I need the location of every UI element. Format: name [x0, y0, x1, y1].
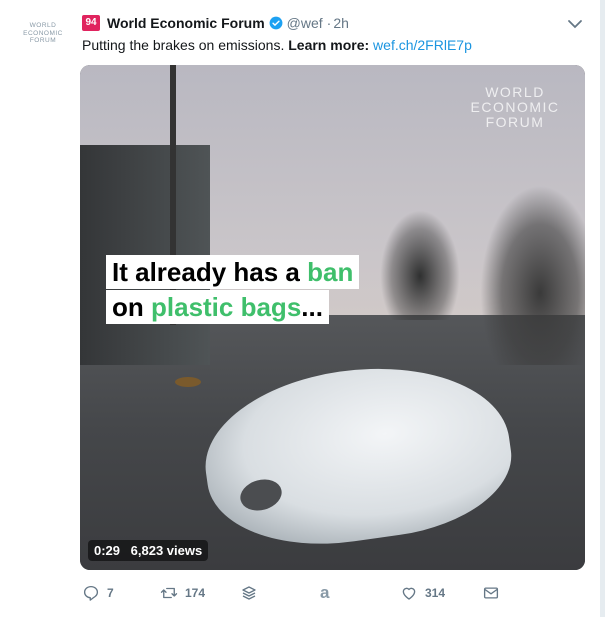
caption-line-2: on plastic bags...	[106, 290, 329, 324]
verified-icon	[269, 16, 283, 30]
tweet-time[interactable]: 2h	[333, 15, 349, 31]
retweet-button[interactable]: 174	[160, 583, 205, 603]
wef-watermark: WORLD ECONOMIC FORUM	[460, 85, 570, 130]
caption-highlight: plastic bags	[151, 292, 302, 322]
author-name[interactable]: World Economic Forum	[107, 15, 265, 31]
reply-count: 7	[107, 586, 114, 600]
heart-icon	[402, 587, 416, 600]
caption-text: ...	[301, 292, 323, 322]
chevron-down-icon[interactable]	[566, 15, 584, 33]
envelope-icon	[483, 587, 499, 599]
video-caption-overlay: It already has a ban on plastic bags...	[106, 255, 360, 325]
tweet-link[interactable]: wef.ch/2FRlE7p	[373, 37, 472, 53]
watermark-line-2: ECONOMIC	[470, 99, 560, 115]
retweet-count: 174	[185, 586, 206, 600]
video-duration: 0:29	[94, 543, 121, 558]
tweet-actions: 7 174 a 314	[82, 583, 582, 603]
notification-badge[interactable]: 94	[82, 15, 100, 31]
reply-button[interactable]: 7	[82, 583, 114, 603]
tweet-card[interactable]: WORLD ECONOMIC FORUM 94 World Economic F…	[0, 0, 601, 617]
video-tree	[380, 210, 460, 320]
video-views: 6,823 views	[130, 543, 203, 558]
tweet-body: Putting the brakes on emissions.	[82, 37, 285, 53]
watermark-line-1: WORLD	[485, 84, 545, 100]
direct-message-button[interactable]	[482, 583, 500, 603]
amazon-icon: a	[320, 583, 330, 602]
avatar-line-1: WORLD	[29, 22, 57, 29]
tweet-text: Putting the brakes on emissions. Learn m…	[82, 37, 472, 53]
watermark-line-3: FORUM	[485, 114, 545, 130]
author-handle[interactable]: @wef	[287, 15, 323, 31]
video-debris	[175, 377, 201, 387]
caption-text: It already has a	[112, 257, 308, 287]
caption-highlight: ban	[307, 257, 354, 287]
tweet-header: 94 World Economic Forum @wef · 2h	[82, 13, 582, 33]
caption-line-1: It already has a ban	[106, 255, 360, 289]
retweet-icon	[160, 587, 178, 599]
learn-more-label: Learn more:	[288, 37, 370, 53]
avatar[interactable]: WORLD ECONOMIC FORUM	[18, 22, 68, 60]
separator-dot: ·	[326, 15, 332, 31]
reply-icon	[83, 585, 99, 601]
layers-icon	[242, 586, 256, 600]
like-button[interactable]: 314	[400, 583, 445, 603]
amazon-button[interactable]: a	[320, 583, 329, 603]
avatar-line-2: ECONOMIC	[23, 29, 63, 37]
video-stats-badge: 0:29 6,823 views	[88, 540, 209, 561]
like-count: 314	[425, 586, 446, 600]
avatar-line-3: FORUM	[29, 37, 57, 44]
video-tree	[480, 185, 585, 365]
video-player[interactable]: WORLD ECONOMIC FORUM It already has a ba…	[80, 65, 585, 570]
buffer-button[interactable]	[240, 583, 258, 603]
caption-text: on	[112, 292, 151, 322]
